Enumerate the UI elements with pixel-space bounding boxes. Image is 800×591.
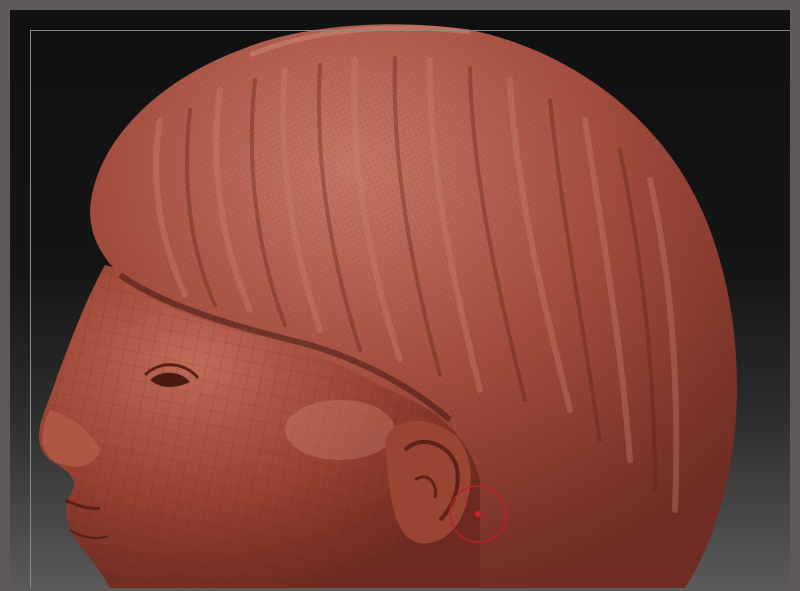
sculpt-model-render: [38, 24, 737, 588]
3d-viewport[interactable]: [10, 10, 790, 588]
sculpt-window: [0, 0, 800, 591]
